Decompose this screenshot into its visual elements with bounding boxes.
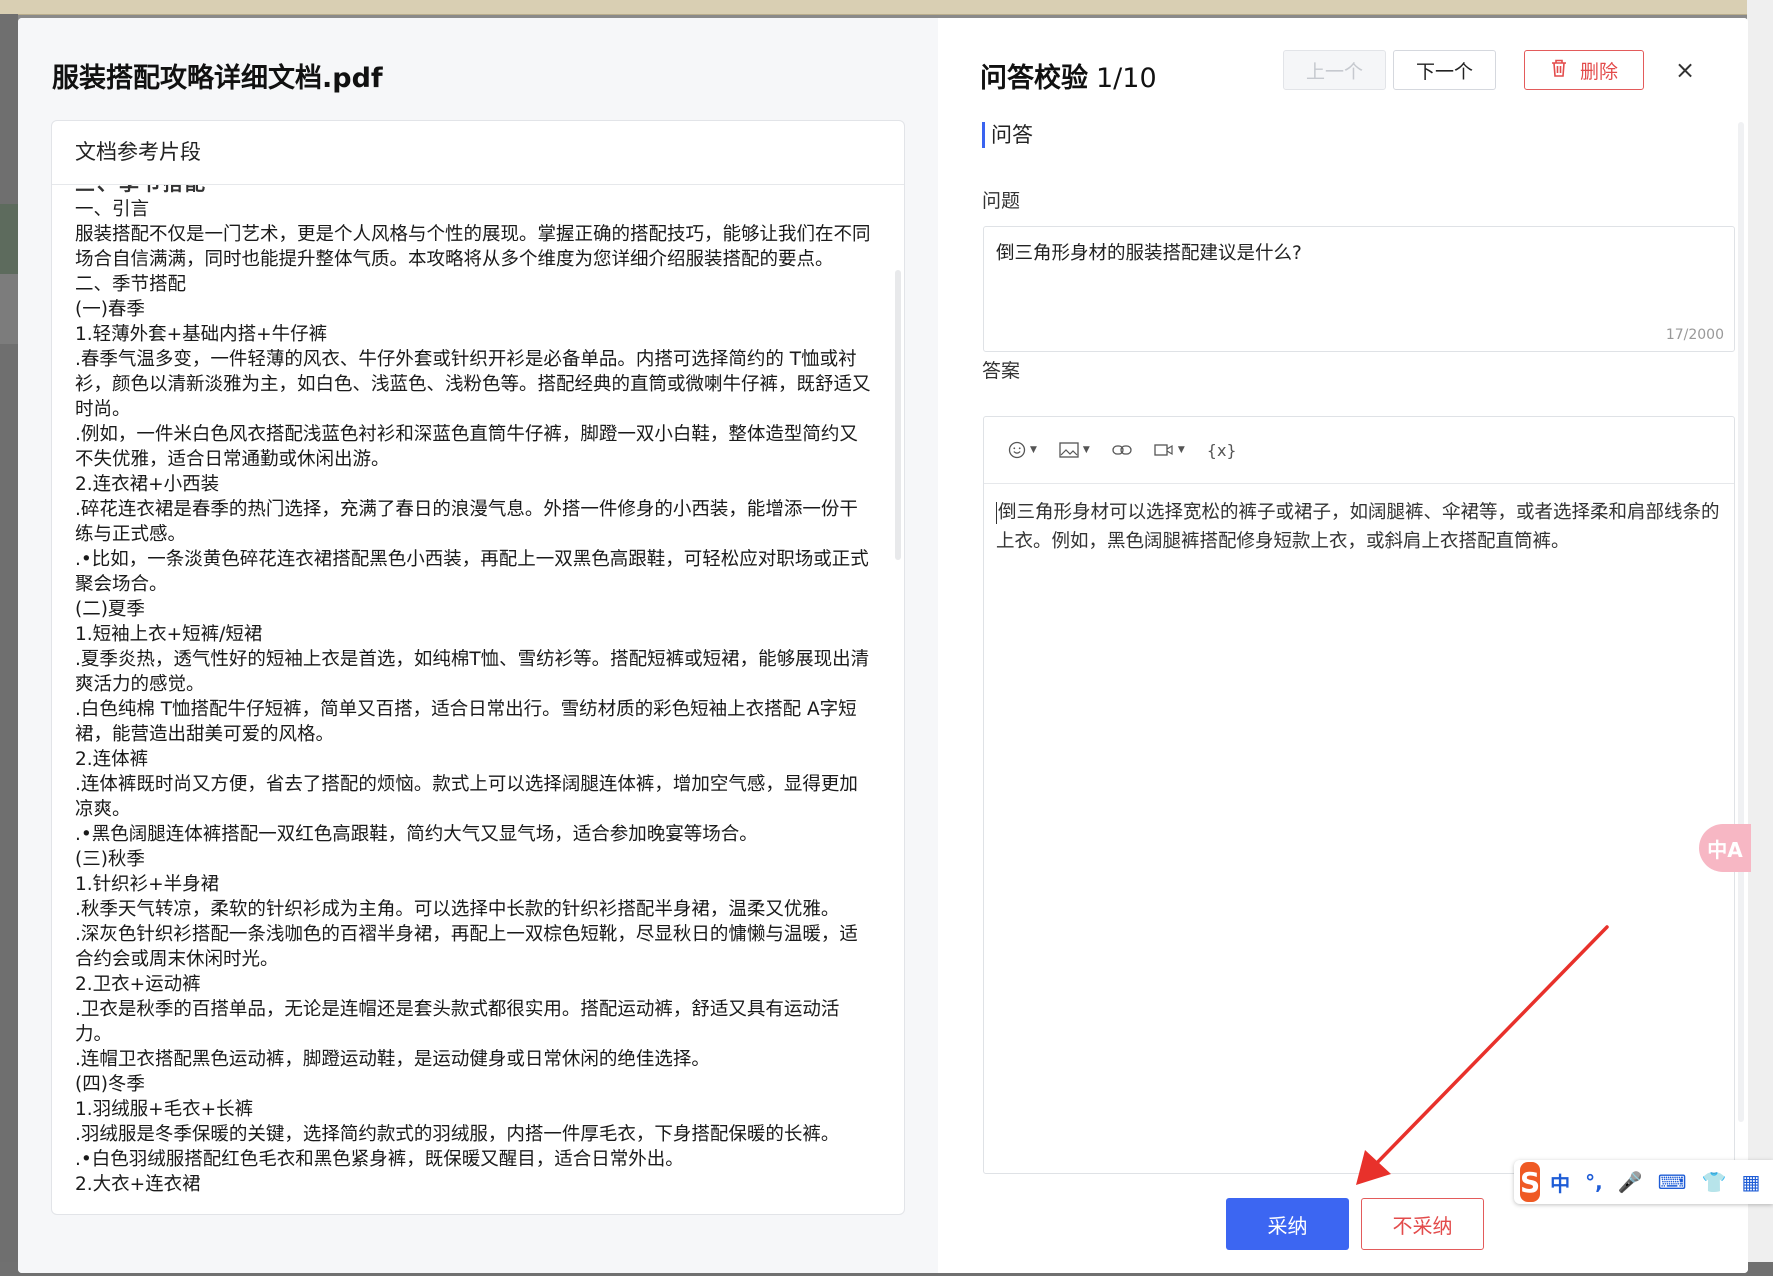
- translate-icon[interactable]: 中A: [1699, 824, 1751, 872]
- variable-icon[interactable]: {x}: [1207, 441, 1237, 460]
- ime-language-toggle[interactable]: 中: [1550, 1168, 1570, 1197]
- document-line: .例如，一件米白色风衣搭配浅蓝色衬衫和深蓝色直筒牛仔裤，脚蹬一双小白鞋，整体造型…: [75, 424, 858, 470]
- qa-scrollbar[interactable]: [1738, 122, 1744, 1122]
- image-tool[interactable]: ▼: [1059, 442, 1090, 458]
- answer-editor[interactable]: ▼ ▼ ▼ {x} 倒三角形身材可以选择宽松的裤子或裙子，如阔腿裤、伞裙等，或者…: [983, 416, 1735, 1174]
- link-tool[interactable]: [1112, 443, 1132, 457]
- qa-pane: 问答校验 1/10 上一个 下一个 删除 × 问答 问题 倒三角形身材的服装搭配建…: [938, 18, 1748, 1273]
- close-icon[interactable]: ×: [1673, 58, 1697, 82]
- document-line: .连帽卫衣搭配黑色运动裤，脚蹬运动鞋，是运动健身或日常休闲的绝佳选择。: [75, 1049, 710, 1070]
- document-line: .碎花连衣裙是春季的热门选择，充满了春日的浪漫气息。外搭一件修身的小西装，能增添…: [75, 499, 858, 545]
- grid-menu-icon[interactable]: ▦: [1741, 1170, 1760, 1194]
- document-line: 二、季节搭配: [75, 274, 187, 295]
- ime-punctuation-toggle[interactable]: °,: [1585, 1170, 1603, 1194]
- snippet-header: 文档参考片段: [52, 121, 904, 185]
- question-label: 问题: [982, 190, 1021, 212]
- snippet-body[interactable]: 三、季节搭配 一、引言服装搭配不仅是一门艺术，更是个人风格与个性的展现。掌握正确…: [52, 185, 904, 1214]
- document-line: 1.轻薄外套+基础内搭+牛仔裤: [75, 324, 328, 345]
- document-line: 2.大衣+连衣裙: [75, 1174, 201, 1195]
- document-line: .春季气温多变，一件轻薄的风衣、牛仔外套或针织开衫是必备单品。内搭可选择简约的 …: [75, 349, 871, 420]
- question-text: 倒三角形身材的服装搭配建议是什么?: [996, 243, 1302, 264]
- chevron-down-icon: ▼: [1082, 445, 1090, 455]
- question-char-count: 17/2000: [1665, 327, 1724, 343]
- video-icon: [1154, 444, 1173, 456]
- document-line: 服装搭配不仅是一门艺术，更是个人风格与个性的展现。掌握正确的搭配技巧，能够让我们…: [75, 224, 871, 270]
- ime-toolbar: S 中 °, 🎤 ⌨ 👕 ▦: [1514, 1160, 1773, 1204]
- qa-title: 问答校验 1/10: [980, 63, 1157, 94]
- document-title: 服装搭配攻略详细文档.pdf: [52, 63, 383, 94]
- next-button[interactable]: 下一个: [1393, 50, 1496, 90]
- text-cursor: [996, 502, 997, 524]
- document-line: 2.连衣裙+小西装: [75, 474, 220, 495]
- prev-button[interactable]: 上一个: [1283, 50, 1386, 90]
- trash-icon: [1550, 58, 1568, 83]
- document-line: (四)冬季: [75, 1074, 145, 1095]
- delete-label: 删除: [1579, 60, 1618, 83]
- document-pane: 服装搭配攻略详细文档.pdf 文档参考片段 三、季节搭配 一、引言服装搭配不仅是…: [18, 18, 938, 1273]
- document-line: .连体裤既时尚又方便，省去了搭配的烦恼。款式上可以选择阔腿连体裤，增加空气感，显…: [75, 774, 858, 820]
- accept-button[interactable]: 采纳: [1226, 1198, 1349, 1250]
- document-line: .夏季炎热，透气性好的短袖上衣是首选，如纯棉T恤、雪纺衫等。搭配短裤或短裙，能够…: [75, 649, 870, 695]
- cut-off-line: 三、季节搭配: [75, 185, 876, 195]
- answer-text: 倒三角形身材可以选择宽松的裤子或裙子，如阔腿裤、伞裙等，或者选择柔和肩部线条的上…: [996, 502, 1720, 552]
- document-line: (二)夏季: [75, 599, 145, 620]
- document-line: .•黑色阔腿连体裤搭配一双红色高跟鞋，简约大气又显气场，适合参加晚宴等场合。: [75, 824, 758, 845]
- document-line: 2.卫衣+运动裤: [75, 974, 201, 995]
- document-line: 1.羽绒服+毛衣+长裤: [75, 1099, 254, 1120]
- ime-logo[interactable]: S: [1520, 1162, 1541, 1202]
- document-line: .秋季天气转凉，柔软的针织衫成为主角。可以选择中长款的针织衫搭配半身裙，温柔又优…: [75, 899, 840, 920]
- link-icon: [1112, 445, 1132, 455]
- document-line: (三)秋季: [75, 849, 145, 870]
- question-field[interactable]: 倒三角形身材的服装搭配建议是什么? 17/2000: [983, 226, 1735, 352]
- document-line: 1.短袖上衣+短裤/短裙: [75, 624, 263, 645]
- microphone-icon[interactable]: 🎤: [1618, 1170, 1643, 1194]
- video-tool[interactable]: ▼: [1154, 443, 1185, 457]
- document-line: 一、引言: [75, 199, 150, 220]
- delete-button[interactable]: 删除: [1524, 50, 1644, 90]
- document-line: .卫衣是秋季的百搭单品，无论是连帽还是套头款式都很实用。搭配运动裤，舒适又具有运…: [75, 999, 840, 1045]
- background-scroll-edge: [1747, 0, 1773, 1276]
- qa-counter: 1/10: [1096, 63, 1157, 94]
- browser-tab-strip: [0, 0, 1773, 15]
- document-line: 2.连体裤: [75, 749, 149, 770]
- reject-button[interactable]: 不采纳: [1361, 1198, 1484, 1250]
- chevron-down-icon: ▼: [1030, 445, 1037, 455]
- snippet-scrollbar[interactable]: [895, 270, 901, 560]
- keyboard-icon[interactable]: ⌨: [1658, 1170, 1687, 1194]
- document-line: .羽绒服是冬季保暖的关键，选择简约款式的羽绒服，内搭一件厚毛衣，下身搭配保暖的长…: [75, 1124, 840, 1145]
- document-line: (一)春季: [75, 299, 145, 320]
- document-line: .•白色羽绒服搭配红色毛衣和黑色紧身裤，既保暖又醒目，适合日常外出。: [75, 1149, 684, 1170]
- emoji-icon: [1008, 441, 1026, 459]
- image-icon: [1059, 442, 1079, 458]
- editor-toolbar: ▼ ▼ ▼ {x}: [984, 417, 1734, 484]
- chevron-down-icon: ▼: [1177, 445, 1185, 455]
- answer-label: 答案: [982, 360, 1021, 382]
- document-line: .深灰色针织衫搭配一条浅咖色的百褶半身裙，再配上一双棕色短靴，尽显秋日的慵懒与温…: [75, 924, 858, 970]
- skin-icon[interactable]: 👕: [1702, 1170, 1727, 1194]
- section-qa-label: 问答: [982, 122, 1033, 148]
- document-line: .白色纯棉 T恤搭配牛仔短裤，简单又百搭，适合日常出行。雪纺材质的彩色短袖上衣搭…: [75, 699, 857, 745]
- emoji-tool[interactable]: ▼: [1008, 441, 1037, 459]
- background-page-edge: [0, 14, 18, 1276]
- snippet-card: 文档参考片段 三、季节搭配 一、引言服装搭配不仅是一门艺术，更是个人风格与个性的…: [51, 120, 905, 1215]
- qa-verify-modal: 服装搭配攻略详细文档.pdf 文档参考片段 三、季节搭配 一、引言服装搭配不仅是…: [18, 18, 1748, 1273]
- document-line: 1.针织衫+半身裙: [75, 874, 220, 895]
- document-line: .•比如，一条淡黄色碎花连衣裙搭配黑色小西装，再配上一双黑色高跟鞋，可轻松应对职…: [75, 549, 869, 595]
